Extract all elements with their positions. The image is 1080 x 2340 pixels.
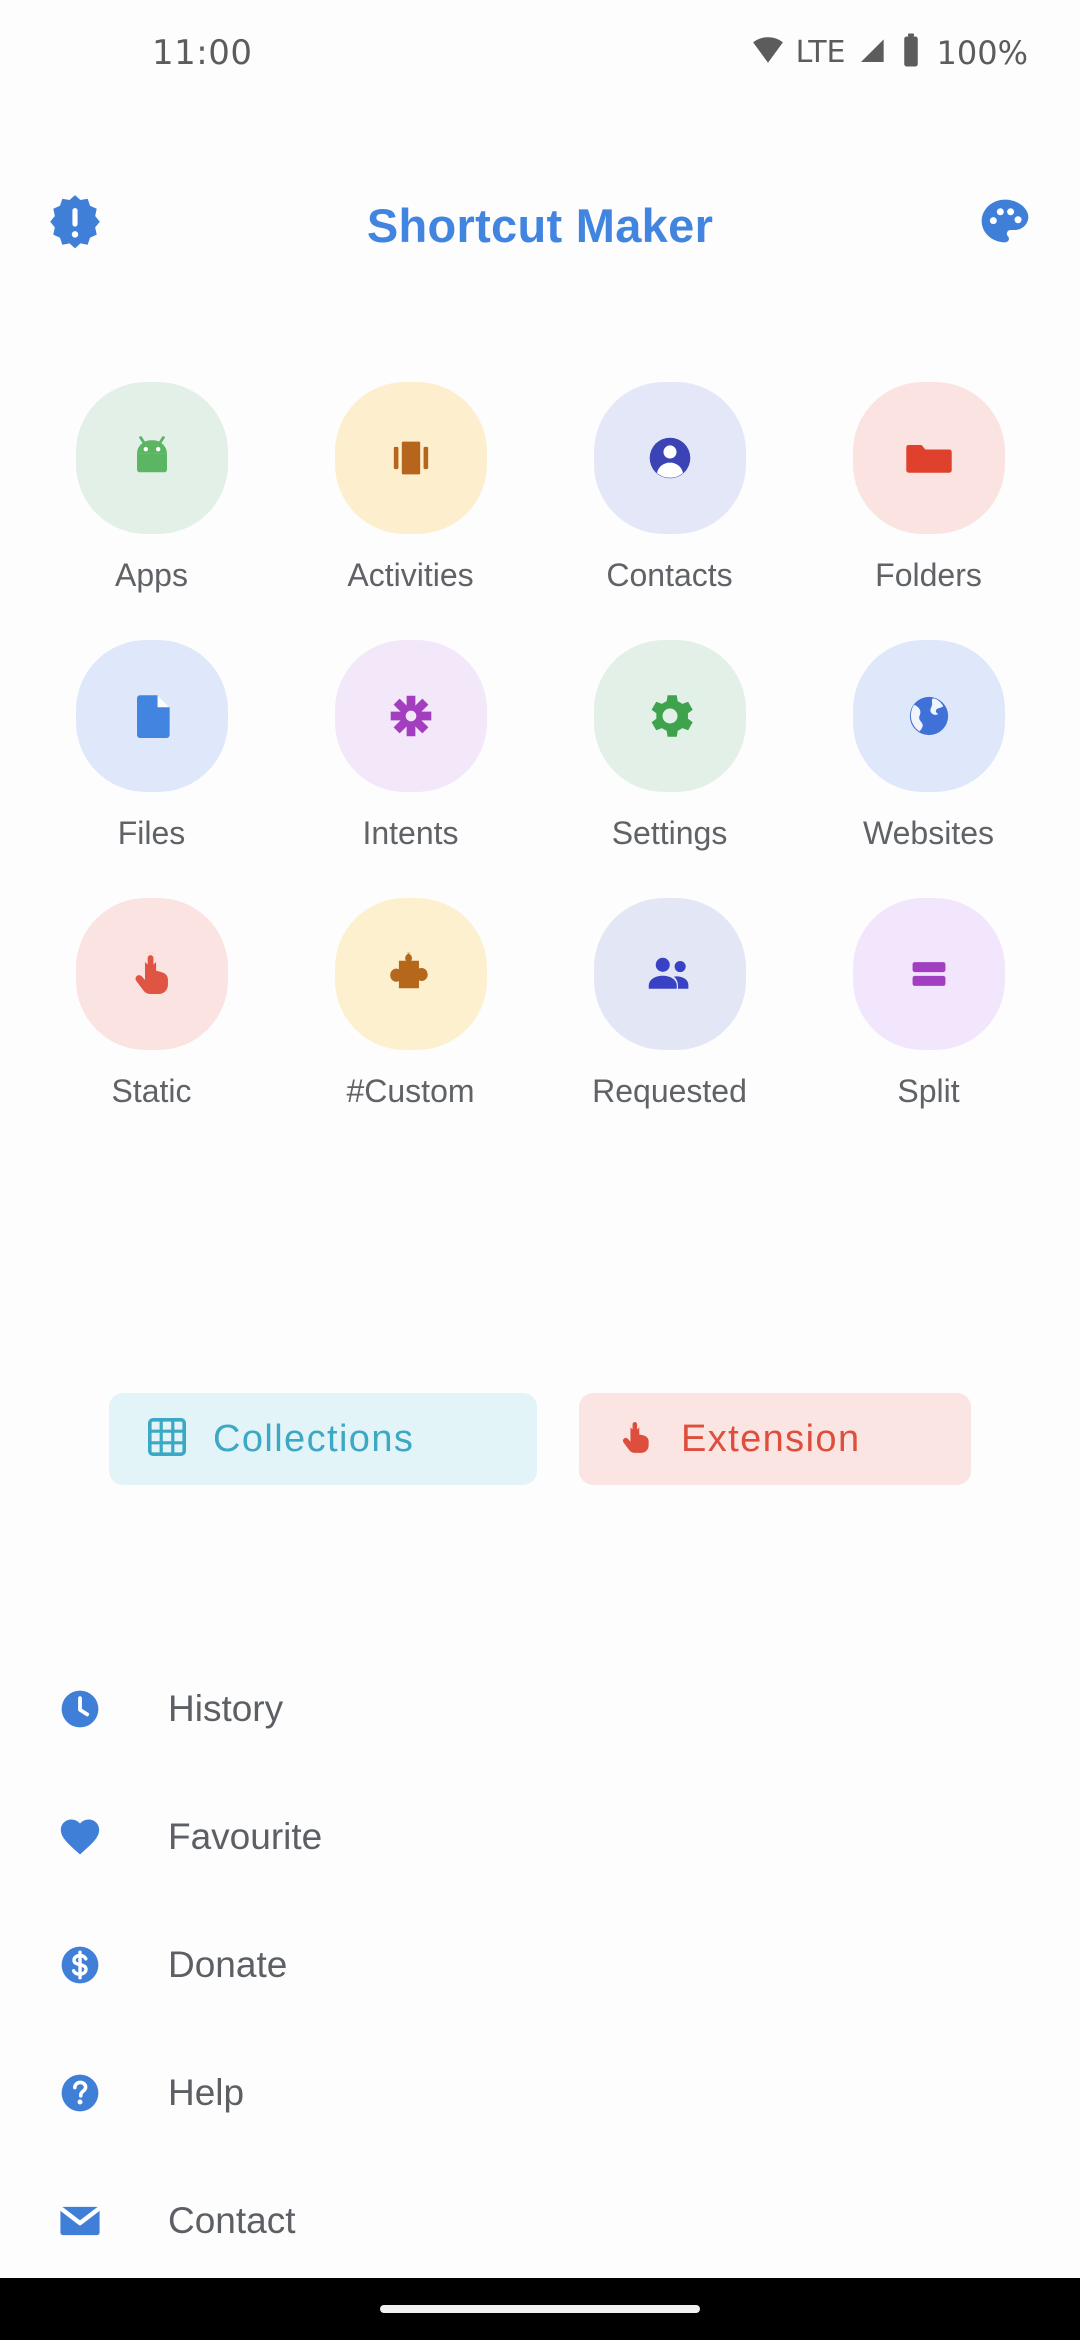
folder-icon — [905, 444, 952, 473]
menu-item-label: Donate — [168, 1944, 288, 1985]
grid-item-custom[interactable]: #Custom — [281, 898, 540, 1110]
websites-tile-surface — [852, 640, 1005, 792]
grid-item-label: Requested — [592, 1073, 747, 1109]
menu-item-label: Contact — [168, 2200, 296, 2241]
bottom-menu-list: History Favourite Donate Help Contact — [0, 1645, 1080, 2285]
extension-button[interactable]: Extension — [579, 1393, 971, 1485]
grid-item-label: Apps — [115, 557, 188, 593]
grid-item-activities[interactable]: Activities — [281, 382, 540, 594]
files-tile-surface — [75, 640, 228, 792]
wifi-icon — [751, 33, 785, 72]
grid-item-label: Settings — [611, 815, 728, 851]
grid-item-label: Activities — [347, 557, 474, 593]
envelope-icon — [52, 2196, 108, 2246]
grid-item-split[interactable]: Split — [799, 898, 1058, 1110]
person-circle-icon — [649, 437, 690, 479]
collections-button[interactable]: Collections — [109, 1393, 537, 1485]
activity-window-icon — [393, 441, 428, 475]
grid-item-settings[interactable]: Settings — [540, 640, 799, 852]
grid-item-label: Folders — [875, 557, 982, 593]
people-icon — [648, 957, 688, 989]
android-robot-icon — [136, 436, 167, 473]
question-icon — [52, 2069, 108, 2117]
grid-item-folders[interactable]: Folders — [799, 382, 1058, 594]
cellular-signal-icon — [857, 34, 889, 71]
menu-item-history[interactable]: History — [0, 1645, 1080, 1773]
settings-tile-surface — [593, 640, 746, 792]
menu-item-label: Help — [168, 2072, 245, 2113]
touch-hand-icon — [613, 1414, 659, 1465]
theme-palette-button[interactable] — [930, 195, 1080, 256]
grid-item-intents[interactable]: Intents — [281, 640, 540, 852]
heart-icon — [52, 1812, 108, 1862]
palette-icon — [977, 195, 1033, 256]
app-bar: Shortcut Maker — [0, 160, 1080, 290]
grid-item-label: Static — [111, 1073, 192, 1109]
split-bars-icon — [912, 962, 945, 986]
menu-item-donate[interactable]: Donate — [0, 1901, 1080, 2029]
collections-button-label: Collections — [213, 1417, 415, 1460]
alert-badge-button[interactable] — [0, 192, 150, 259]
gear-icon — [651, 695, 693, 737]
folders-tile-surface — [852, 382, 1005, 534]
status-bar-indicators: LTE 100% — [751, 32, 1028, 73]
touch-hand-icon — [135, 952, 168, 995]
grid-item-label: Split — [897, 1073, 960, 1109]
menu-item-favourite[interactable]: Favourite — [0, 1773, 1080, 1901]
page-title: Shortcut Maker — [366, 198, 714, 252]
globe-icon — [909, 696, 948, 736]
grid-item-static[interactable]: Static — [22, 898, 281, 1110]
dollar-icon — [52, 1941, 108, 1989]
home-gesture-pill[interactable] — [380, 2305, 700, 2313]
grid-item-label: Intents — [362, 815, 459, 851]
grid-table-icon — [143, 1413, 191, 1466]
contacts-tile-surface — [593, 382, 746, 534]
grid-item-label: #Custom — [346, 1073, 475, 1109]
activities-tile-surface — [334, 382, 487, 534]
grid-item-apps[interactable]: Apps — [22, 382, 281, 594]
custom-tile-surface — [334, 898, 487, 1050]
action-button-row: Collections Extension — [0, 1393, 1080, 1485]
battery-percent-label: 100% — [936, 33, 1028, 72]
static-tile-surface — [75, 898, 228, 1050]
grid-item-contacts[interactable]: Contacts — [540, 382, 799, 594]
status-bar-clock: 11:00 — [152, 32, 253, 73]
menu-item-help[interactable]: Help — [0, 2029, 1080, 2157]
document-icon — [136, 695, 170, 738]
menu-item-label: Favourite — [168, 1816, 323, 1857]
status-bar: 11:00 LTE 100% — [0, 0, 1080, 105]
intents-tile-surface — [334, 640, 487, 792]
requested-tile-surface — [593, 898, 746, 1050]
system-navigation-bar — [0, 2278, 1080, 2340]
grid-item-files[interactable]: Files — [22, 640, 281, 852]
battery-icon — [900, 32, 922, 73]
split-tile-surface — [852, 898, 1005, 1050]
shortcut-type-grid: Apps Activities Contacts Folders Files I… — [0, 382, 1080, 1110]
grid-item-requested[interactable]: Requested — [540, 898, 799, 1110]
app-screen: 11:00 LTE 100% Shortcut Maker Apps Activ… — [0, 0, 1080, 2340]
grid-item-label: Websites — [862, 815, 994, 851]
extension-button-label: Extension — [681, 1417, 861, 1460]
grid-item-websites[interactable]: Websites — [799, 640, 1058, 852]
network-type-label: LTE — [795, 35, 846, 70]
menu-item-label: History — [168, 1688, 284, 1729]
puzzle-piece-icon — [389, 952, 428, 989]
apps-tile-surface — [75, 382, 228, 534]
grid-item-label: Files — [117, 815, 186, 851]
intent-cross-icon — [390, 695, 431, 737]
alert-badge-icon — [44, 192, 106, 259]
clock-icon — [52, 1685, 108, 1733]
menu-item-contact[interactable]: Contact — [0, 2157, 1080, 2285]
grid-item-label: Contacts — [606, 557, 733, 593]
